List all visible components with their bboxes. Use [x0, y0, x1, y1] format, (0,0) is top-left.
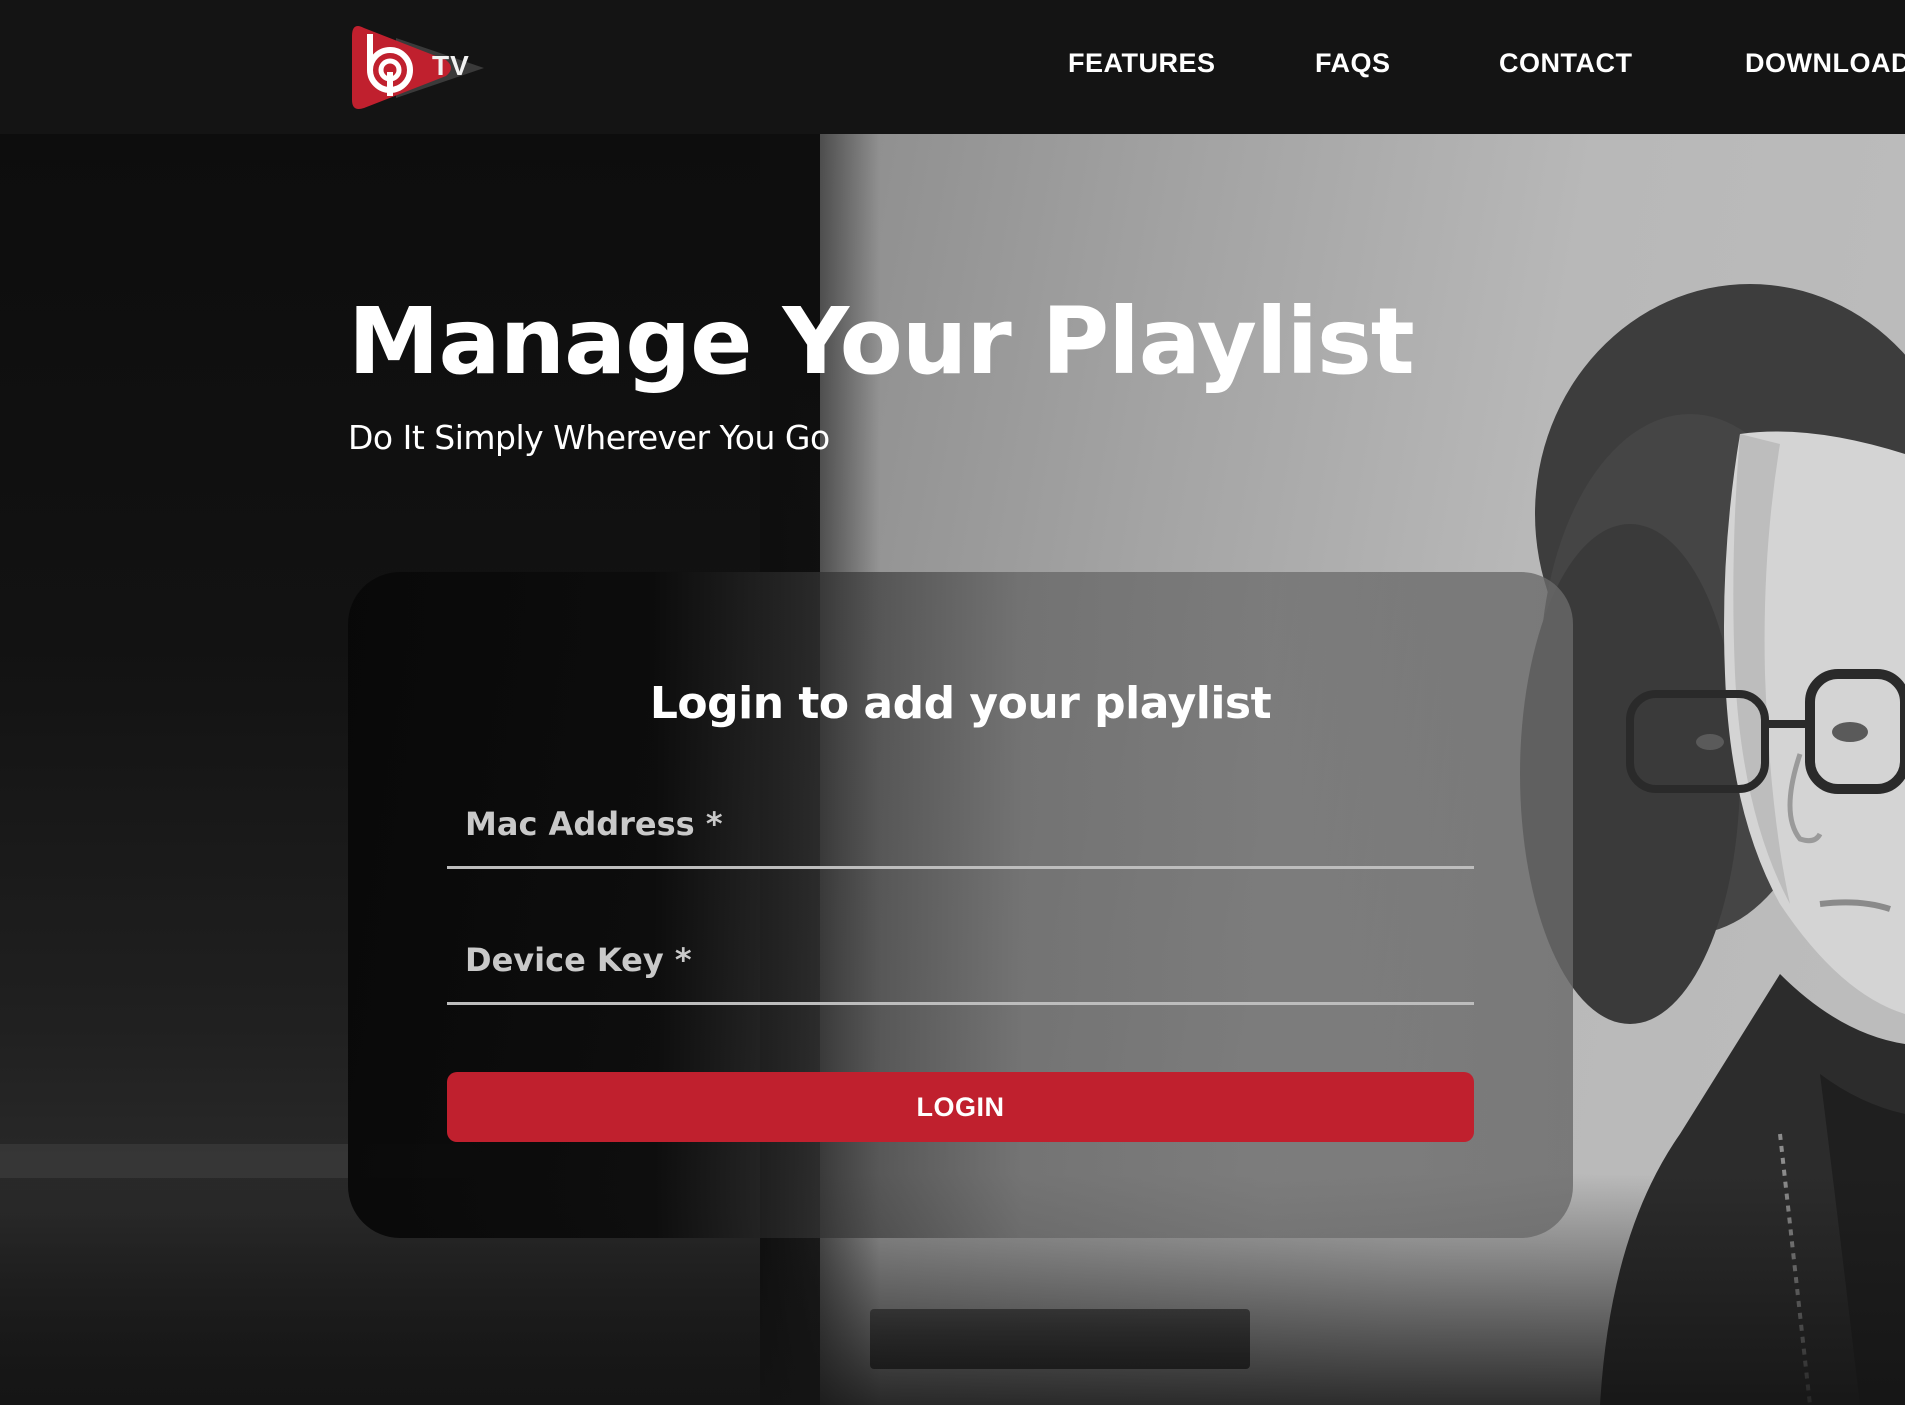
hero-subtitle: Do It Simply Wherever You Go [348, 418, 830, 457]
hero-title: Manage Your Playlist [348, 288, 1415, 395]
nav-contact[interactable]: CONTACT [1499, 48, 1632, 79]
nav-faqs[interactable]: FAQS [1315, 48, 1391, 79]
login-button[interactable]: LOGIN [447, 1072, 1474, 1142]
device-key-input[interactable] [447, 917, 1474, 1002]
login-heading: Login to add your playlist [649, 678, 1272, 729]
brand-logo[interactable]: TV [348, 20, 488, 116]
logo-tv-text: TV [432, 50, 470, 81]
device-key-field [447, 917, 1474, 1005]
login-card: Login to add your playlist LOGIN [348, 572, 1573, 1238]
nav-download[interactable]: DOWNLOAD [1745, 48, 1905, 79]
nav-features[interactable]: FEATURES [1068, 48, 1216, 79]
navbar: TV FEATURES FAQS CONTACT DOWNLOAD [0, 0, 1905, 134]
mac-address-field [447, 781, 1474, 869]
mac-address-input[interactable] [447, 781, 1474, 866]
